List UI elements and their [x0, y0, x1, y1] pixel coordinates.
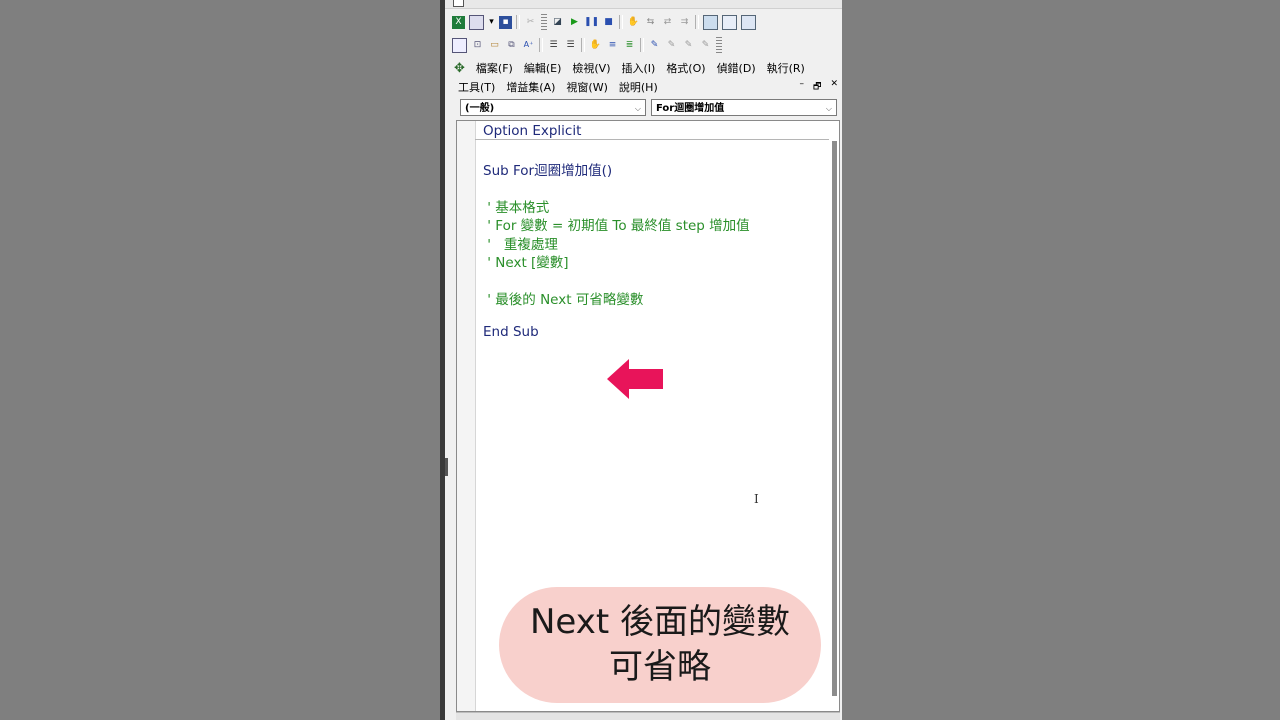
horizontal-scrollbar[interactable] [456, 712, 840, 720]
procedure-dropdown-value: For迴圈增加值 [656, 103, 725, 114]
dropdown-arrow-icon[interactable]: ▾ [488, 16, 495, 29]
list-constants-icon[interactable]: ⊡ [471, 39, 484, 52]
procedure-dropdown[interactable]: For迴圈增加值 ⌵ [651, 99, 837, 116]
code-line-sub[interactable]: Sub For迴圈增加值() [483, 159, 612, 179]
text-cursor-icon: I [754, 492, 759, 506]
menu-addins[interactable]: 增益集(A) [506, 79, 555, 95]
vba-editor-window: X ▾ ▪ ✂ ◪ ▶ ❚❚ ■ ✋ ⇆ ⇄ ⇉ ⊡ ▭ ⧉ A⁺ ☰ ☰ ✋ … [440, 0, 842, 720]
restore-icon[interactable]: 🗗 [813, 79, 821, 95]
clear-bookmarks-icon[interactable]: ✎ [699, 39, 712, 52]
save-icon[interactable]: ▪ [499, 15, 512, 29]
code-comment-1[interactable]: ' 基本格式 [483, 196, 549, 216]
vba-project-icon: ✥ [454, 60, 465, 76]
toolbar-separator [581, 38, 585, 52]
close-icon[interactable]: ✕ [830, 79, 838, 95]
right-backdrop [842, 0, 1280, 720]
app-icon [453, 0, 464, 7]
title-bar [445, 0, 842, 9]
code-line-end-sub[interactable]: End Sub [483, 324, 539, 340]
menu-edit[interactable]: 編輯(E) [524, 60, 562, 76]
procedure-separator [475, 139, 829, 140]
toolbar-separator [695, 15, 699, 29]
menu-insert[interactable]: 插入(I) [621, 60, 655, 76]
complete-word-icon[interactable]: A⁺ [522, 39, 535, 52]
menu-help[interactable]: 說明(H) [619, 79, 658, 95]
menu-bar-row2: 工具(T) 增益集(A) 視窗(W) 說明(H) [458, 79, 658, 95]
splitter-handle[interactable] [445, 458, 448, 476]
code-line-option[interactable]: Option Explicit [483, 123, 581, 139]
menu-tools[interactable]: 工具(T) [458, 79, 495, 95]
quick-info-icon[interactable]: ▭ [488, 39, 501, 52]
vertical-scrollbar[interactable] [832, 141, 837, 696]
project-explorer-icon[interactable]: ⇄ [661, 16, 674, 29]
code-comment-2[interactable]: ' For 變數 = 初期值 To 最終值 step 增加值 [483, 214, 749, 234]
break-icon[interactable]: ❚❚ [584, 16, 599, 29]
object-browser-icon[interactable]: ✋ [627, 16, 640, 29]
toolbox-window-icon[interactable] [741, 14, 756, 30]
toggle-breakpoint-icon[interactable]: ✋ [589, 39, 602, 52]
left-backdrop [0, 0, 440, 720]
minimize-icon[interactable]: – [800, 79, 805, 95]
code-window[interactable]: Option Explicit Sub For迴圈增加值() ' 基本格式 ' … [456, 120, 840, 712]
menu-debug[interactable]: 偵錯(D) [717, 60, 756, 76]
toolbar-separator [539, 38, 543, 52]
design-mode-icon[interactable]: ◪ [551, 16, 564, 29]
menu-view[interactable]: 檢視(V) [572, 60, 610, 76]
menu-format[interactable]: 格式(O) [666, 60, 705, 76]
menu-file[interactable]: 檔案(F) [476, 60, 513, 76]
list-properties-icon[interactable] [452, 37, 467, 53]
properties-icon[interactable]: ⇆ [644, 16, 657, 29]
pointer-arrow-icon [607, 359, 663, 403]
arrow-shape [607, 359, 663, 399]
insert-userform-icon[interactable] [469, 14, 484, 30]
margin-indicator-bar[interactable] [457, 121, 476, 711]
chevron-down-icon: ⌵ [825, 104, 832, 113]
immediate-window-icon[interactable] [722, 14, 737, 30]
comment-block-icon[interactable]: ≡ [606, 39, 619, 52]
toolbar-separator [640, 38, 644, 52]
parameter-info-icon[interactable]: ⧉ [505, 39, 518, 52]
toolbar-separator [516, 15, 520, 29]
edit-toolbar: ⊡ ▭ ⧉ A⁺ ☰ ☰ ✋ ≡ ≣ ✎ ✎ ✎ ✎ [452, 35, 722, 55]
code-comment-5[interactable]: ' 最後的 Next 可省略變數 [483, 288, 643, 308]
prev-bookmark-icon[interactable]: ✎ [682, 39, 695, 52]
menu-run[interactable]: 執行(R) [767, 60, 805, 76]
toolbar-grip[interactable] [716, 37, 722, 53]
chevron-down-icon: ⌵ [634, 104, 641, 113]
menu-bar-row1: ✥ 檔案(F) 編輯(E) 檢視(V) 插入(I) 格式(O) 偵錯(D) 執行… [454, 60, 805, 76]
annotation-line-2: 可省略 [609, 647, 711, 687]
cut-icon[interactable]: ✂ [524, 16, 537, 29]
standard-toolbar: X ▾ ▪ ✂ ◪ ▶ ❚❚ ■ ✋ ⇆ ⇄ ⇉ [452, 12, 756, 32]
object-dropdown[interactable]: (一般) ⌵ [460, 99, 646, 116]
mdi-window-controls: – 🗗 ✕ [800, 79, 839, 95]
toggle-bookmark-icon[interactable]: ✎ [648, 39, 661, 52]
toolbar-grip[interactable] [541, 14, 547, 30]
excel-icon[interactable]: X [452, 15, 465, 29]
toolbar-separator [619, 15, 623, 29]
next-bookmark-icon[interactable]: ✎ [665, 39, 678, 52]
code-comment-4[interactable]: ' Next [變數] [483, 251, 568, 271]
run-icon[interactable]: ▶ [568, 16, 581, 29]
code-comment-3[interactable]: ' 重複處理 [483, 233, 558, 253]
object-dropdown-value: (一般) [465, 103, 495, 114]
indent-icon[interactable]: ☰ [547, 39, 560, 52]
userform-icon[interactable] [703, 14, 718, 30]
reset-icon[interactable]: ■ [602, 16, 615, 29]
uncomment-block-icon[interactable]: ≣ [623, 39, 636, 52]
outdent-icon[interactable]: ☰ [564, 39, 577, 52]
toolbox-icon[interactable]: ⇉ [678, 16, 691, 29]
annotation-line-1: Next 後面的變數 [529, 602, 790, 642]
window-edge [440, 0, 445, 720]
annotation-bubble: Next 後面的變數 可省略 [499, 587, 821, 703]
menu-window[interactable]: 視窗(W) [566, 79, 607, 95]
